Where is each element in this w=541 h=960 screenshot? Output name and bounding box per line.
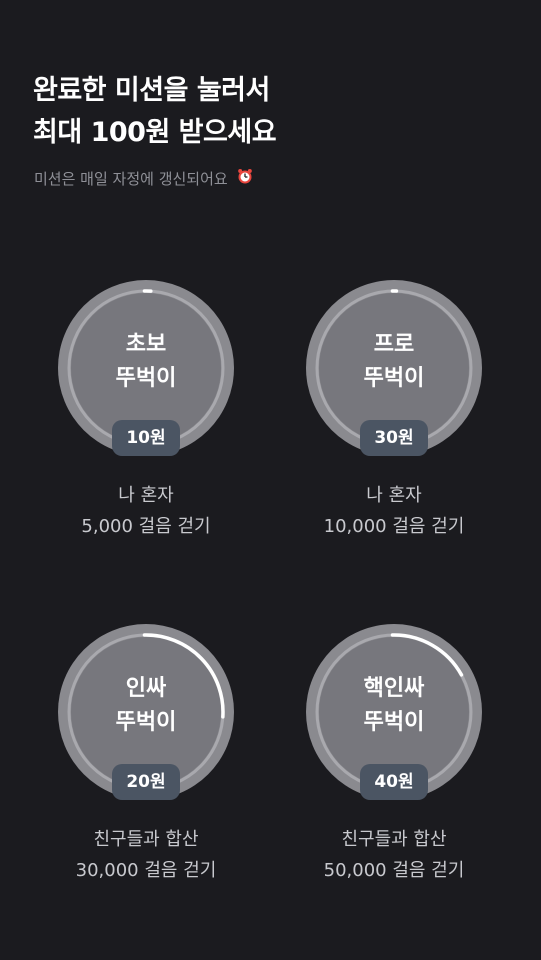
mission-name-line2: 뚜벅이 (363, 366, 425, 391)
mission-goal: 10,000 걸음 걷기 (323, 516, 465, 537)
mission-condition: 친구들과 합산 (341, 829, 447, 850)
reward-badge: 40원 (360, 764, 428, 800)
mission-name-line2: 뚜벅이 (363, 710, 425, 735)
mission-name-line2: 뚜벅이 (115, 366, 177, 391)
mission-card-beginner[interactable]: 초보 뚜벅이 10원 나 혼자 5,000 걸음 걷기 (46, 278, 246, 542)
mission-card-super-insider[interactable]: 핵인싸 뚜벅이 40원 친구들과 합산 50,000 걸음 걷기 (294, 622, 494, 886)
mission-description: 나 혼자 5,000 걸음 걷기 (46, 480, 246, 542)
mission-condition: 나 혼자 (366, 485, 422, 506)
mission-goal: 30,000 걸음 걷기 (75, 860, 217, 881)
alarm-clock-icon (237, 168, 253, 188)
subtitle-text: 미션은 매일 자정에 갱신되어요 (34, 170, 228, 188)
mission-name-line1: 초보 (125, 332, 167, 357)
mission-ring[interactable]: 핵인싸 뚜벅이 40원 (304, 622, 484, 802)
mission-ring[interactable]: 초보 뚜벅이 10원 (56, 278, 236, 458)
page-title: 완료한 미션을 눌러서 최대 100원 받으세요 (33, 70, 277, 154)
mission-description: 친구들과 합산 50,000 걸음 걷기 (294, 824, 494, 886)
mission-name: 인싸 뚜벅이 (56, 672, 236, 740)
page-title-line2: 최대 100원 받으세요 (33, 117, 277, 148)
mission-condition: 친구들과 합산 (93, 829, 199, 850)
reward-badge: 30원 (360, 420, 428, 456)
mission-name: 초보 뚜벅이 (56, 328, 236, 396)
mission-card-pro[interactable]: 프로 뚜벅이 30원 나 혼자 10,000 걸음 걷기 (294, 278, 494, 542)
mission-goal: 5,000 걸음 걷기 (81, 516, 211, 537)
mission-condition: 나 혼자 (118, 485, 174, 506)
mission-name-line1: 핵인싸 (363, 676, 425, 701)
mission-name-line2: 뚜벅이 (115, 710, 177, 735)
mission-page: 완료한 미션을 눌러서 최대 100원 받으세요 미션은 매일 자정에 갱신되어… (0, 0, 541, 960)
mission-goal: 50,000 걸음 걷기 (323, 860, 465, 881)
mission-description: 나 혼자 10,000 걸음 걷기 (294, 480, 494, 542)
mission-name: 핵인싸 뚜벅이 (304, 672, 484, 740)
mission-name: 프로 뚜벅이 (304, 328, 484, 396)
reward-badge: 20원 (112, 764, 180, 800)
mission-card-insider[interactable]: 인싸 뚜벅이 20원 친구들과 합산 30,000 걸음 걷기 (46, 622, 246, 886)
mission-description: 친구들과 합산 30,000 걸음 걷기 (46, 824, 246, 886)
mission-ring[interactable]: 인싸 뚜벅이 20원 (56, 622, 236, 802)
page-subtitle: 미션은 매일 자정에 갱신되어요 (34, 168, 253, 189)
page-title-line1: 완료한 미션을 눌러서 (33, 75, 270, 106)
mission-ring[interactable]: 프로 뚜벅이 30원 (304, 278, 484, 458)
mission-name-line1: 프로 (373, 332, 415, 357)
reward-badge: 10원 (112, 420, 180, 456)
mission-name-line1: 인싸 (125, 676, 167, 701)
